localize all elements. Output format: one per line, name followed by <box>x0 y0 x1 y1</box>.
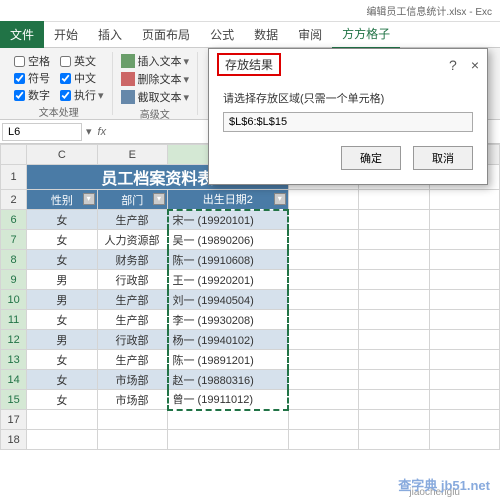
cell-birth[interactable]: 吴一 (19890206) <box>168 230 289 250</box>
cell-birth[interactable]: 宋一 (19920101) <box>168 210 289 230</box>
chk-execute[interactable]: 执行▾ <box>60 87 104 103</box>
cell-dept[interactable]: 市场部 <box>97 370 167 390</box>
ribbon-tabs: 文件 开始 插入 页面布局 公式 数据 审阅 方方格子 <box>0 22 500 48</box>
ribbon-group-advanced: 插入文本▾ 删除文本▾ 截取文本▾ 高级文 <box>113 52 199 115</box>
header-birth[interactable]: 出生日期2▾ <box>168 190 289 210</box>
row-header[interactable]: 9 <box>1 270 27 290</box>
row-header[interactable]: 2 <box>1 190 27 210</box>
row-header[interactable]: 18 <box>1 430 27 450</box>
cell-birth[interactable]: 陈一 (19910608) <box>168 250 289 270</box>
col-header[interactable]: E <box>97 145 167 165</box>
row-header[interactable]: 13 <box>1 350 27 370</box>
filter-icon[interactable]: ▾ <box>83 193 95 205</box>
chk-number[interactable]: 数字 <box>14 87 50 103</box>
cell-dept[interactable]: 生产部 <box>97 310 167 330</box>
group-label-adv: 高级文 <box>121 106 190 121</box>
cell-gender[interactable]: 女 <box>27 250 97 270</box>
fx-icon[interactable]: fx <box>92 126 113 138</box>
col-header[interactable]: C <box>27 145 97 165</box>
window-title: 编辑员工信息统计.xlsx - Exc <box>0 0 500 22</box>
tab-insert[interactable]: 插入 <box>88 21 132 48</box>
chk-space[interactable]: 空格 <box>14 53 50 69</box>
header-dept[interactable]: 部门▾ <box>97 190 167 210</box>
cell-dept[interactable]: 财务部 <box>97 250 167 270</box>
cell-dept[interactable]: 生产部 <box>97 350 167 370</box>
cell-birth[interactable]: 赵一 (19880316) <box>168 370 289 390</box>
delete-text-button[interactable]: 删除文本▾ <box>121 71 190 87</box>
row-header[interactable]: 11 <box>1 310 27 330</box>
cell-dept[interactable]: 生产部 <box>97 290 167 310</box>
result-dialog: 存放结果 ? × 请选择存放区域(只需一个单元格) 确定 取消 <box>208 48 488 185</box>
cell-dept[interactable]: 人力资源部 <box>97 230 167 250</box>
corner-cell[interactable] <box>1 145 27 165</box>
cell-gender[interactable]: 女 <box>27 210 97 230</box>
row-header[interactable]: 7 <box>1 230 27 250</box>
cell-gender[interactable]: 男 <box>27 270 97 290</box>
row-header[interactable]: 1 <box>1 165 27 190</box>
cell-birth[interactable]: 李一 (19930208) <box>168 310 289 330</box>
tab-file[interactable]: 文件 <box>0 21 44 48</box>
tab-ffgz[interactable]: 方方格子 <box>332 20 400 49</box>
range-input[interactable] <box>223 112 473 132</box>
watermark: 查字典 jb51.net <box>398 475 490 494</box>
row-header[interactable]: 17 <box>1 410 27 430</box>
dialog-title: 存放结果 <box>217 53 281 76</box>
name-box[interactable] <box>2 123 82 141</box>
close-icon[interactable]: × <box>471 57 479 73</box>
spreadsheet-grid[interactable]: C E L M N O 1 员工档案资料表 2 性别▾ 部门▾ 出生日期2▾ 6… <box>0 144 500 450</box>
header-gender[interactable]: 性别▾ <box>27 190 97 210</box>
row-header[interactable]: 10 <box>1 290 27 310</box>
row-header[interactable]: 14 <box>1 370 27 390</box>
filter-icon[interactable]: ▾ <box>153 193 165 205</box>
chk-english[interactable]: 英文 <box>60 53 104 69</box>
cell-gender[interactable]: 女 <box>27 350 97 370</box>
cell-dept[interactable]: 市场部 <box>97 390 167 410</box>
chk-chinese[interactable]: 中文 <box>60 70 104 86</box>
cell-gender[interactable]: 女 <box>27 370 97 390</box>
cell-birth[interactable]: 杨一 (19940102) <box>168 330 289 350</box>
tab-review[interactable]: 审阅 <box>288 21 332 48</box>
extract-text-button[interactable]: 截取文本▾ <box>121 89 190 105</box>
tab-start[interactable]: 开始 <box>44 21 88 48</box>
row-header[interactable]: 6 <box>1 210 27 230</box>
help-icon[interactable]: ? <box>449 57 457 73</box>
cell-gender[interactable]: 女 <box>27 310 97 330</box>
cancel-button[interactable]: 取消 <box>413 146 473 170</box>
cell-dept[interactable]: 行政部 <box>97 330 167 350</box>
cell-dept[interactable]: 行政部 <box>97 270 167 290</box>
chk-symbol[interactable]: 符号 <box>14 70 50 86</box>
cell-gender[interactable]: 女 <box>27 390 97 410</box>
cell-birth[interactable]: 刘一 (19940504) <box>168 290 289 310</box>
filter-icon[interactable]: ▾ <box>274 193 286 205</box>
insert-text-button[interactable]: 插入文本▾ <box>121 53 190 69</box>
cell-gender[interactable]: 男 <box>27 330 97 350</box>
tab-layout[interactable]: 页面布局 <box>132 21 200 48</box>
tab-data[interactable]: 数据 <box>244 21 288 48</box>
row-header[interactable]: 8 <box>1 250 27 270</box>
ok-button[interactable]: 确定 <box>341 146 401 170</box>
row-header[interactable]: 15 <box>1 390 27 410</box>
cell-dept[interactable]: 生产部 <box>97 210 167 230</box>
row-header[interactable]: 12 <box>1 330 27 350</box>
tab-formula[interactable]: 公式 <box>200 21 244 48</box>
cell-gender[interactable]: 女 <box>27 230 97 250</box>
dialog-prompt: 请选择存放区域(只需一个单元格) <box>223 90 473 106</box>
cell-birth[interactable]: 陈一 (19891201) <box>168 350 289 370</box>
group-label-text: 文本处理 <box>14 104 104 119</box>
ribbon-group-text: 空格 符号 数字 英文 中文 执行▾ 文本处理 <box>6 52 113 115</box>
cell-birth[interactable]: 曾一 (19911012) <box>168 390 289 410</box>
cell-gender[interactable]: 男 <box>27 290 97 310</box>
cell-birth[interactable]: 王一 (19920201) <box>168 270 289 290</box>
